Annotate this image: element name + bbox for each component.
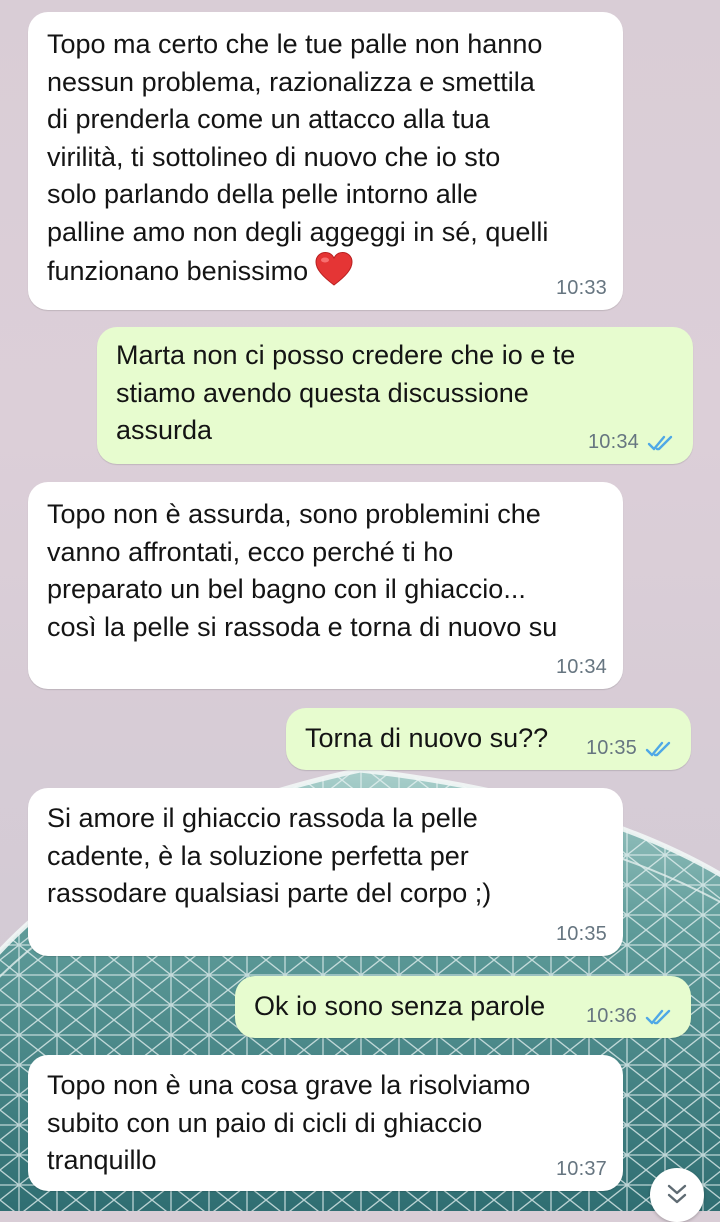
heart-icon [315, 251, 353, 286]
outgoing-message-bubble[interactable]: Marta non ci posso credere che io e te s… [97, 327, 693, 464]
message-timestamp: 10:35 [585, 737, 637, 759]
read-receipt-icon [645, 1009, 671, 1025]
incoming-message-bubble[interactable]: Si amore il ghiaccio rassoda la pelle ca… [28, 788, 623, 956]
scroll-to-bottom-button[interactable] [650, 1168, 704, 1222]
message-timestamp: 10:36 [585, 1005, 637, 1027]
message-timestamp: 10:34 [555, 656, 607, 678]
incoming-message-bubble[interactable]: Topo non è assurda, sono problemini che … [28, 482, 623, 689]
incoming-message-bubble[interactable]: Topo ma certo che le tue palle non hanno… [28, 12, 623, 310]
read-receipt-icon [647, 435, 673, 451]
message-timestamp: 10:34 [587, 431, 639, 453]
read-receipt-icon [645, 741, 671, 757]
message-text: Topo ma certo che le tue palle non hanno… [47, 29, 549, 286]
message-text: Topo non è assurda, sono problemini che … [47, 499, 558, 642]
outgoing-message-bubble[interactable]: Torna di nuovo su?? 10:35 [286, 708, 691, 770]
message-timestamp: 10:33 [555, 277, 607, 299]
message-text: Topo non è una cosa grave la risolviamo … [47, 1070, 531, 1175]
incoming-message-bubble[interactable]: Topo non è una cosa grave la risolviamo … [28, 1055, 623, 1191]
message-text: Si amore il ghiaccio rassoda la pelle ca… [47, 803, 492, 908]
message-timestamp: 10:35 [555, 923, 607, 945]
message-timestamp: 10:37 [555, 1158, 607, 1180]
double-chevron-down-icon [667, 1184, 687, 1204]
outgoing-message-bubble[interactable]: Ok io sono senza parole 10:36 [235, 976, 691, 1038]
